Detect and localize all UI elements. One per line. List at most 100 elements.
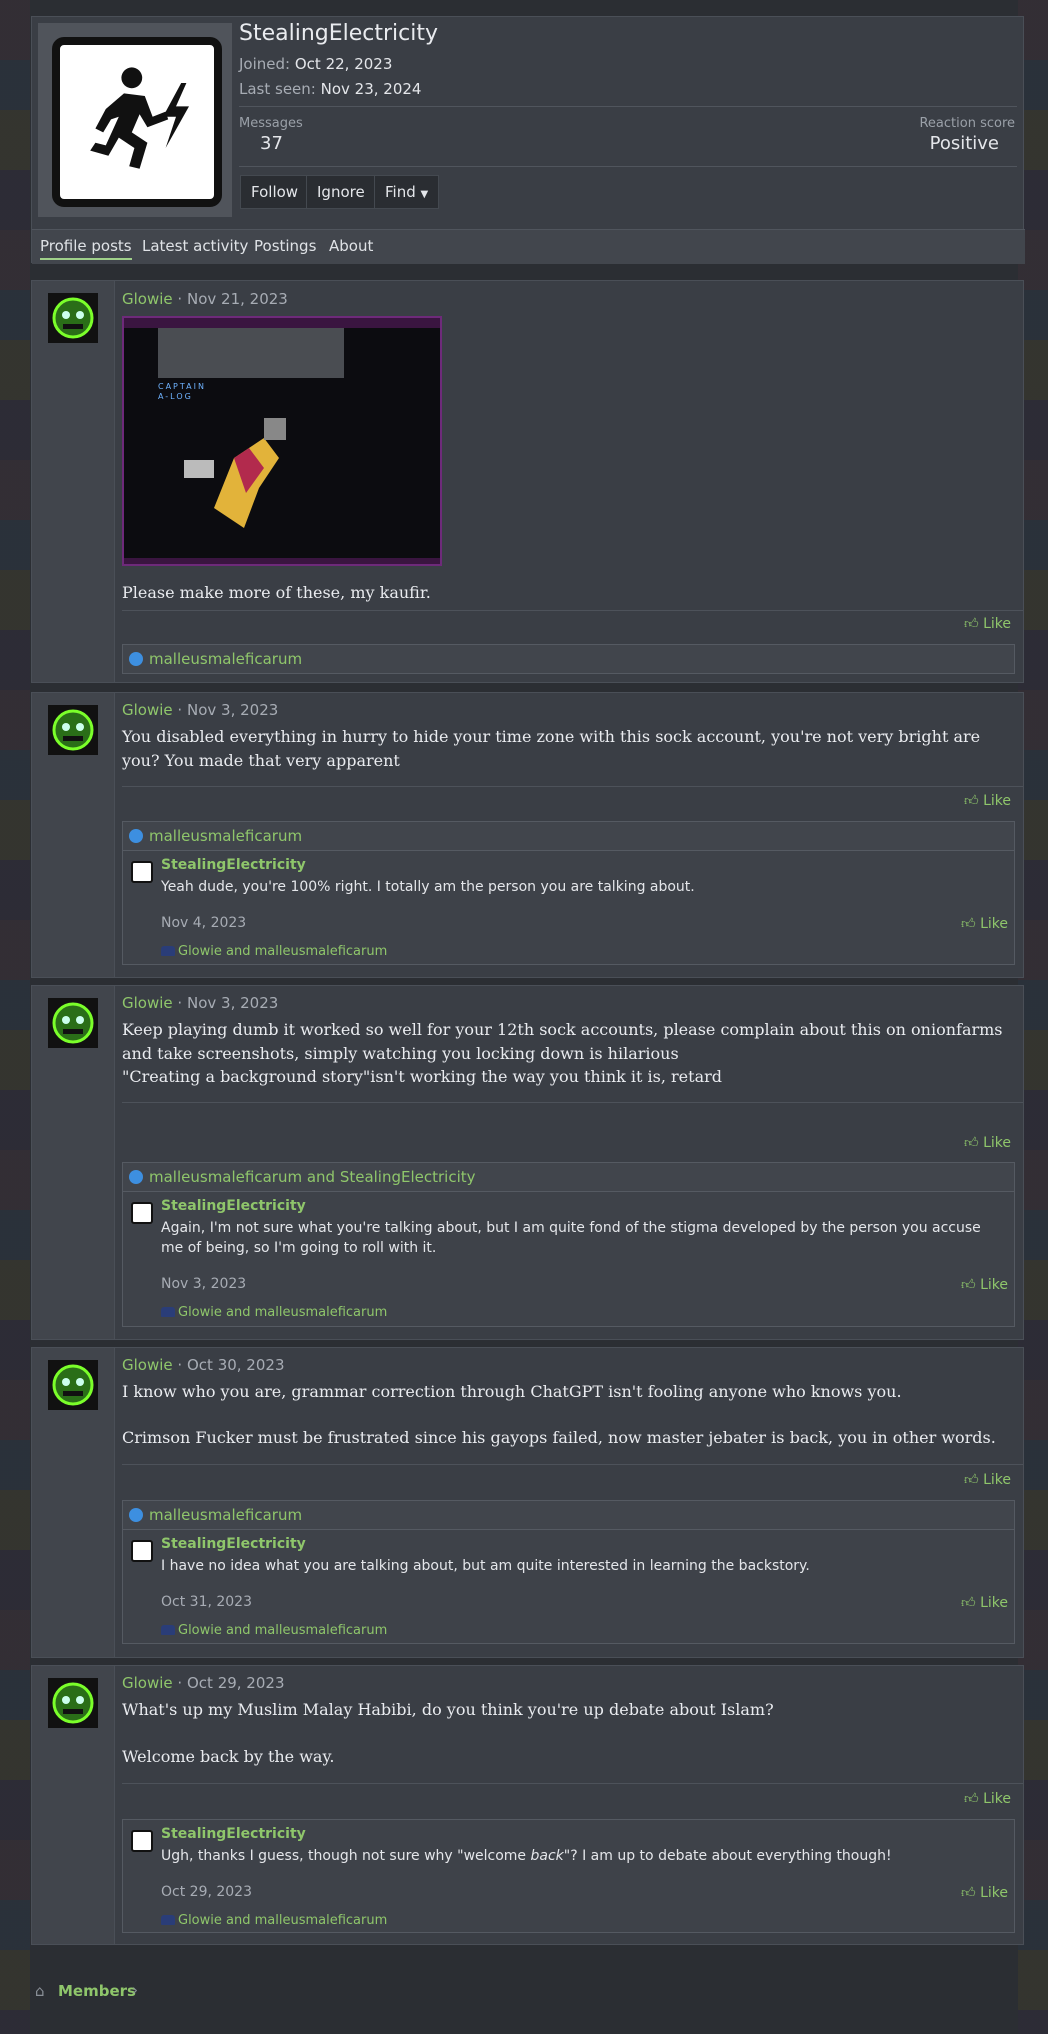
post-date[interactable]: Nov 21, 2023: [187, 290, 288, 308]
like-button[interactable]: 👍︎ Like: [964, 1471, 1011, 1488]
like-label: Like: [983, 1791, 1011, 1807]
like-label: Like: [983, 793, 1011, 809]
like-button[interactable]: 👍︎ Like: [964, 1790, 1011, 1807]
joined-label: Joined:: [239, 55, 291, 73]
thumbs-up-icon: 👍︎: [963, 1135, 979, 1151]
post-text: I know who you are, grammar correction t…: [122, 1382, 902, 1401]
comment-date[interactable]: Nov 4, 2023: [161, 915, 246, 931]
like-label: Like: [980, 1595, 1008, 1611]
last-seen-label: Last seen:: [239, 80, 316, 98]
last-seen-date[interactable]: Nov 23, 2024: [321, 80, 422, 98]
post-text-2: "Creating a background story"isn't worki…: [122, 1067, 723, 1086]
reaction-like-icon: [129, 1508, 143, 1522]
reactions-users[interactable]: malleusmaleficarum: [149, 827, 302, 845]
reactions-users[interactable]: Glowie and malleusmaleficarum: [178, 1305, 387, 1320]
post-author[interactable]: Glowie: [122, 1356, 173, 1374]
post-image[interactable]: CAPTAIN A-LOG: [122, 316, 442, 566]
comment-avatar-icon[interactable]: [131, 861, 153, 883]
joined-row: Joined: Oct 22, 2023: [239, 55, 392, 73]
comment-date[interactable]: Nov 3, 2023: [161, 1276, 246, 1292]
glowie-avatar-icon[interactable]: [48, 293, 98, 343]
comment-text: Yeah dude, you're 100% right. I totally …: [161, 879, 695, 895]
glowie-avatar-icon[interactable]: [48, 705, 98, 755]
comment-avatar-icon[interactable]: [131, 1202, 153, 1224]
profile-avatar[interactable]: [52, 37, 222, 207]
post-text: You disabled everything in hurry to hide…: [122, 727, 981, 770]
separator: ·: [177, 290, 183, 308]
ignore-button[interactable]: Ignore: [306, 175, 376, 209]
follow-button[interactable]: Follow: [240, 175, 310, 209]
tab-latest-activity[interactable]: Latest activity: [142, 237, 248, 255]
reactions-users[interactable]: Glowie and malleusmaleficarum: [178, 1623, 387, 1638]
post-user-column: [32, 281, 115, 682]
comment-author[interactable]: StealingElectricity: [161, 1198, 306, 1214]
like-label: Like: [983, 1135, 1011, 1151]
like-button[interactable]: 👍︎ Like: [964, 792, 1011, 809]
comment-reactions[interactable]: Glowie and malleusmaleficarum: [161, 1913, 387, 1928]
home-icon[interactable]: ⌂: [35, 1982, 45, 2000]
top-hat-icon: [161, 1915, 175, 1925]
comment-author[interactable]: StealingElectricity: [161, 857, 306, 873]
reaction-score-label: Reaction score: [919, 116, 1015, 131]
find-label: Find: [385, 183, 416, 201]
divider: [122, 1783, 1023, 1784]
comment-like-button[interactable]: 👍︎ Like: [961, 1594, 1008, 1611]
post-author[interactable]: Glowie: [122, 290, 173, 308]
reactions-users[interactable]: Glowie and malleusmaleficarum: [178, 944, 387, 959]
comment: StealingElectricity Yeah dude, you're 10…: [122, 851, 1015, 965]
comment-reactions[interactable]: Glowie and malleusmaleficarum: [161, 1305, 387, 1320]
post-date[interactable]: Nov 3, 2023: [187, 701, 278, 719]
tab-about[interactable]: About: [329, 237, 373, 255]
comment-text-emphasis: back: [530, 1848, 564, 1864]
comment-like-button[interactable]: 👍︎ Like: [961, 1884, 1008, 1901]
comment-author[interactable]: StealingElectricity: [161, 1826, 306, 1842]
find-button[interactable]: Find ▼: [374, 175, 440, 209]
messages-count[interactable]: 37: [260, 133, 283, 154]
messages-label: Messages: [239, 116, 303, 131]
profile-post: Glowie · Nov 21, 2023 CAPTAIN A-LOG Plea…: [31, 280, 1024, 683]
comment-author[interactable]: StealingElectricity: [161, 1536, 306, 1552]
running-man-lightning-icon: [90, 67, 189, 169]
comment-text: I have no idea what you are talking abou…: [161, 1558, 810, 1574]
comment-date[interactable]: Oct 31, 2023: [161, 1594, 252, 1610]
glowie-avatar-icon[interactable]: [48, 998, 98, 1048]
tab-profile-posts[interactable]: Profile posts: [40, 237, 132, 260]
reactions-users[interactable]: Glowie and malleusmaleficarum: [178, 1913, 387, 1928]
comment-like-button[interactable]: 👍︎ Like: [961, 915, 1008, 932]
comment-avatar-icon[interactable]: [131, 1540, 153, 1562]
reactions-bar[interactable]: malleusmaleficarum: [122, 644, 1015, 674]
comment-date[interactable]: Oct 29, 2023: [161, 1884, 252, 1900]
reactions-bar[interactable]: malleusmaleficarum: [122, 821, 1015, 851]
like-label: Like: [980, 1277, 1008, 1293]
profile-tabs: Profile posts Latest activity Postings A…: [32, 229, 1025, 264]
post-date[interactable]: Oct 29, 2023: [187, 1674, 285, 1692]
reaction-score-value[interactable]: Positive: [930, 133, 999, 154]
reactions-users[interactable]: malleusmaleficarum: [149, 1506, 302, 1524]
reactions-users[interactable]: malleusmaleficarum: [149, 650, 302, 668]
profile-post: Glowie · Nov 3, 2023 You disabled everyt…: [31, 692, 1024, 978]
comment-reactions[interactable]: Glowie and malleusmaleficarum: [161, 1623, 387, 1638]
like-button[interactable]: 👍︎ Like: [964, 1134, 1011, 1151]
reactions-users[interactable]: malleusmaleficarum and StealingElectrici…: [149, 1168, 476, 1186]
post-user-column: [32, 693, 115, 977]
reactions-bar[interactable]: malleusmaleficarum: [122, 1500, 1015, 1530]
glowie-avatar-icon[interactable]: [48, 1678, 98, 1728]
tab-postings[interactable]: Postings: [254, 237, 316, 255]
post-author[interactable]: Glowie: [122, 1674, 173, 1692]
comment-like-button[interactable]: 👍︎ Like: [961, 1276, 1008, 1293]
reaction-like-icon: [129, 1170, 143, 1184]
like-button[interactable]: 👍︎ Like: [964, 615, 1011, 632]
comment-reactions[interactable]: Glowie and malleusmaleficarum: [161, 944, 387, 959]
reaction-like-icon: [129, 829, 143, 843]
post-author[interactable]: Glowie: [122, 994, 173, 1012]
post-date[interactable]: Nov 3, 2023: [187, 994, 278, 1012]
thumbs-up-icon: 👍︎: [960, 916, 976, 932]
post-author[interactable]: Glowie: [122, 701, 173, 719]
comment-avatar-icon[interactable]: [131, 1830, 153, 1852]
comment: StealingElectricity I have no idea what …: [122, 1530, 1015, 1644]
glowie-avatar-icon[interactable]: [48, 1360, 98, 1410]
divider: [122, 786, 1023, 787]
post-date[interactable]: Oct 30, 2023: [187, 1356, 285, 1374]
breadcrumb-members[interactable]: Members: [58, 1982, 136, 2000]
reactions-bar[interactable]: malleusmaleficarum and StealingElectrici…: [122, 1162, 1015, 1192]
